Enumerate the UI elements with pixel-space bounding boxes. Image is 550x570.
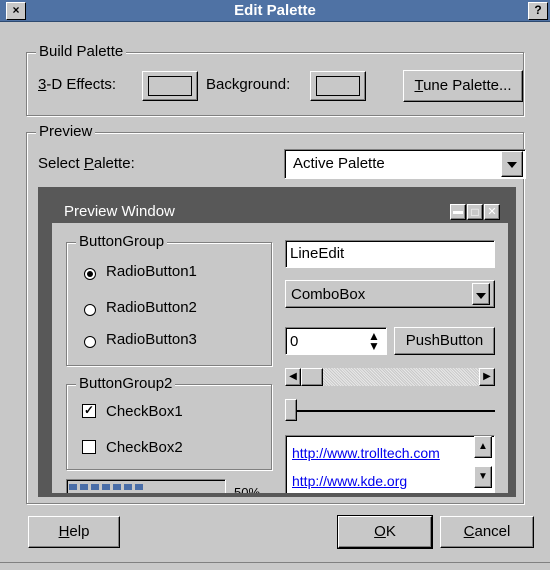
- context-help-button[interactable]: ?: [528, 2, 548, 20]
- list-scroll-down[interactable]: ▼: [474, 466, 492, 488]
- preview-window-title: Preview Window: [64, 203, 175, 220]
- title-bar[interactable]: × Edit Palette ?: [0, 0, 550, 22]
- select-palette-label: Select Palette:: [38, 155, 135, 172]
- progress-block: [69, 484, 77, 490]
- progress-block: [80, 484, 88, 490]
- button-group-1-label: ButtonGroup: [76, 233, 168, 250]
- radio-button-2-label[interactable]: RadioButton2: [106, 299, 197, 316]
- progress-block: [91, 484, 99, 490]
- palette-select-value: Active Palette: [293, 155, 385, 172]
- slider-track[interactable]: [285, 410, 495, 412]
- combo-box[interactable]: ComboBox: [285, 280, 495, 308]
- chevron-down-icon: [507, 162, 517, 168]
- link-list[interactable]: http://www.trolltech.com http://www.kde.…: [285, 435, 495, 493]
- help-button[interactable]: Help: [28, 516, 120, 548]
- combo-box-dropdown[interactable]: [472, 283, 490, 305]
- progress-block: [113, 484, 121, 490]
- radio-button-1-label[interactable]: RadioButton1: [106, 263, 197, 280]
- push-button[interactable]: PushButton: [394, 327, 495, 355]
- build-palette-label: Build Palette: [36, 43, 127, 60]
- scroll-right-button[interactable]: ▶: [479, 368, 495, 386]
- scrollbar-thumb[interactable]: [301, 368, 323, 386]
- checkbox-1[interactable]: ✓: [82, 404, 96, 418]
- scroll-left-button[interactable]: ◀: [285, 368, 301, 386]
- palette-select[interactable]: Active Palette: [284, 149, 526, 179]
- spin-arrows-icon[interactable]: ▲ ▼: [366, 330, 382, 352]
- checkbox-1-label[interactable]: CheckBox1: [106, 403, 183, 420]
- preview-close-button: ✕: [484, 204, 500, 220]
- cancel-button[interactable]: Cancel: [440, 516, 534, 548]
- effects-color-button[interactable]: [142, 71, 198, 101]
- tune-palette-button[interactable]: Tune Palette...: [403, 70, 523, 102]
- list-scroll-up[interactable]: ▲: [474, 436, 492, 458]
- effects-label: 3-D Effects:: [38, 76, 117, 93]
- slider-handle[interactable]: [285, 399, 297, 421]
- preview-minimize-button: ▬: [450, 204, 466, 220]
- status-strip: [0, 562, 550, 570]
- arrow-right-icon: ▶: [483, 371, 491, 382]
- horizontal-scrollbar[interactable]: ◀ ▶: [285, 368, 495, 386]
- link-trolltech[interactable]: http://www.trolltech.com: [292, 445, 440, 461]
- background-color-button[interactable]: [310, 71, 366, 101]
- radio-button-3-label[interactable]: RadioButton3: [106, 331, 197, 348]
- button-group-2-label: ButtonGroup2: [76, 375, 176, 392]
- progress-text: 50%: [234, 485, 261, 493]
- minimize-icon: ▬: [453, 206, 463, 217]
- maximize-icon: □: [471, 205, 479, 219]
- palette-select-dropdown[interactable]: [501, 151, 523, 177]
- link-kde[interactable]: http://www.kde.org: [292, 473, 407, 489]
- background-label: Background:: [206, 76, 291, 93]
- preview-maximize-button: □: [467, 204, 483, 220]
- preview-label: Preview: [36, 123, 96, 140]
- radio-button-3-indicator[interactable]: [84, 336, 96, 348]
- progress-block: [124, 484, 132, 490]
- preview-window-titlebar: Preview Window ▬ □ ✕: [52, 201, 508, 223]
- chevron-down-icon: [476, 293, 486, 299]
- radio-button-2-indicator[interactable]: [84, 304, 96, 316]
- progress-bar: [66, 479, 226, 493]
- close-icon: ✕: [487, 206, 497, 218]
- checkbox-2-label[interactable]: CheckBox2: [106, 439, 183, 456]
- spin-box[interactable]: 0 ▲ ▼: [285, 327, 387, 355]
- help-icon: ?: [534, 3, 542, 17]
- preview-window-body: ButtonGroup RadioButton1 RadioButton2 Ra…: [52, 223, 508, 493]
- arrow-down-icon: ▼: [478, 471, 488, 482]
- progress-block: [102, 484, 110, 490]
- arrow-left-icon: ◀: [289, 371, 297, 382]
- radio-button-1-indicator[interactable]: [84, 268, 96, 280]
- line-edit[interactable]: LineEdit: [285, 240, 495, 268]
- ok-button[interactable]: OK: [337, 515, 433, 549]
- button-group-2: [66, 384, 272, 470]
- window-title: Edit Palette: [234, 2, 316, 19]
- checkbox-2[interactable]: [82, 440, 96, 454]
- progress-block: [135, 484, 143, 490]
- arrow-up-icon: ▲: [478, 441, 488, 452]
